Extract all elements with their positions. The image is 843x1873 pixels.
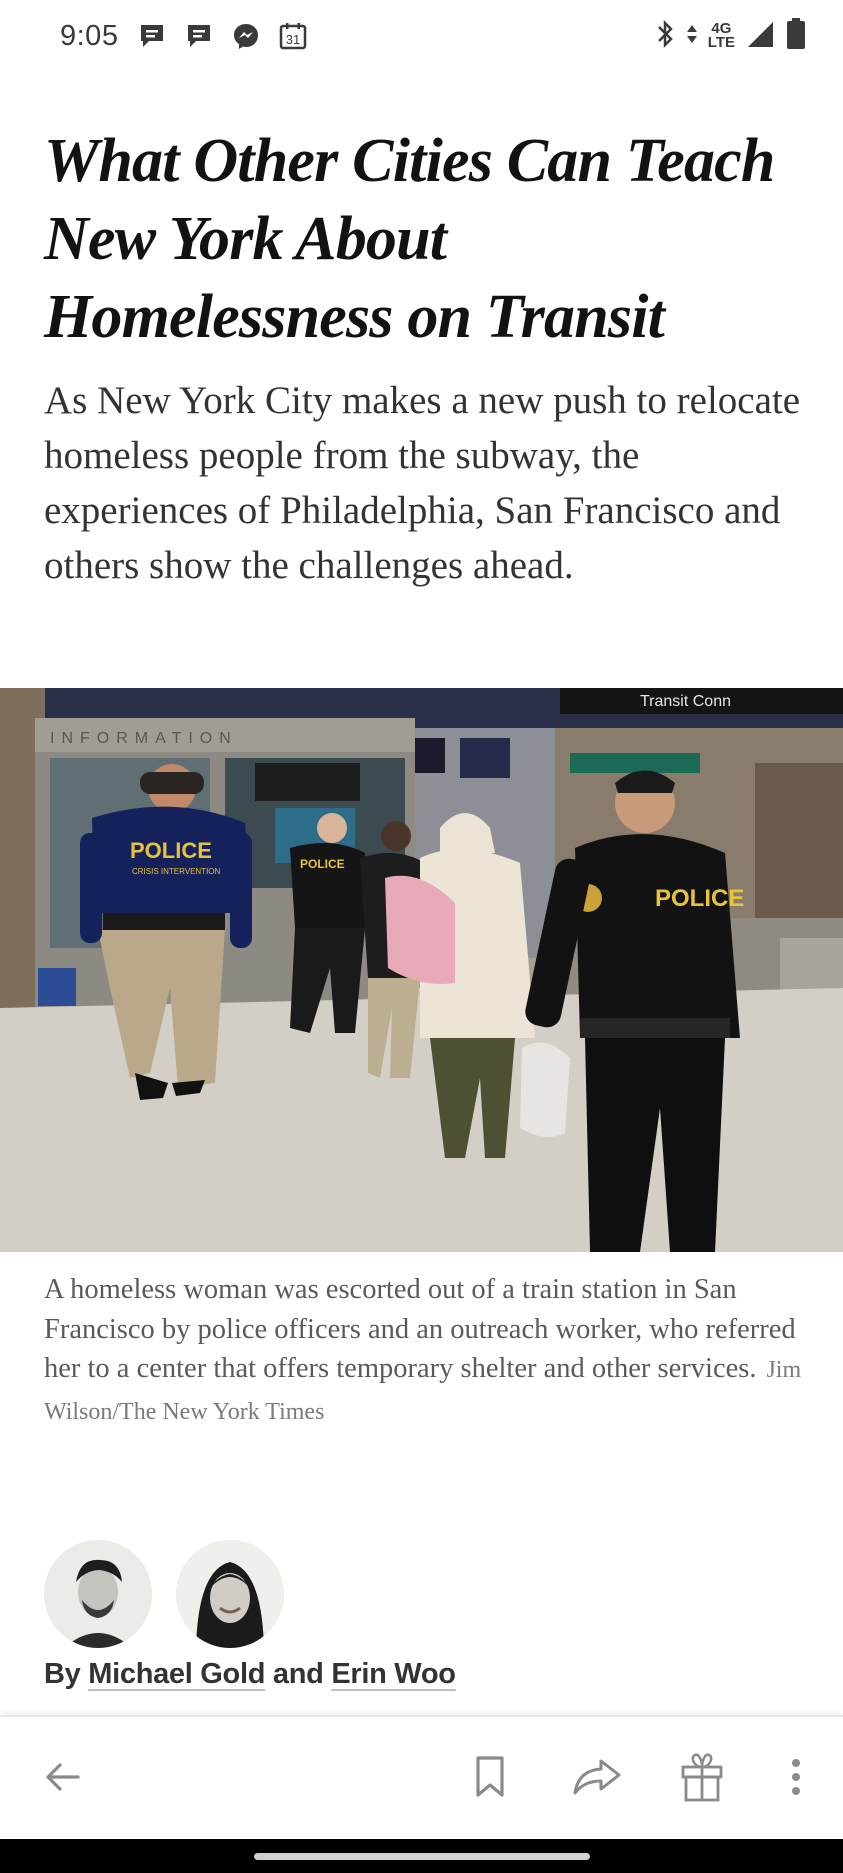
photo-police-patch-center: POLICE — [300, 857, 345, 871]
network-bottom: LTE — [707, 34, 735, 51]
author-link-michael-gold[interactable]: Michael Gold — [88, 1658, 265, 1690]
photo-police-patch-left: POLICE — [130, 838, 212, 863]
byline-prefix: By — [44, 1658, 81, 1690]
photo-caption: A homeless woman was escorted out of a t… — [44, 1270, 804, 1432]
message-icon — [183, 21, 214, 52]
author-avatar-michael-gold[interactable] — [44, 1540, 152, 1648]
caption-text: A homeless woman was escorted out of a t… — [44, 1274, 796, 1384]
bottom-toolbar — [0, 1715, 843, 1839]
bookmark-button[interactable] — [458, 1747, 522, 1811]
system-nav-bar — [0, 1839, 843, 1873]
article-summary: As New York City makes a new push to rel… — [44, 379, 801, 587]
share-button[interactable] — [565, 1747, 629, 1811]
status-bar: 9:05 31 4G LTE — [0, 0, 843, 72]
author-photos — [44, 1540, 284, 1648]
status-right-icons: 4G LTE — [654, 17, 807, 56]
photo-police-patch-left-sub: CRISIS INTERVENTION — [132, 867, 221, 876]
home-indicator[interactable] — [254, 1853, 590, 1860]
signal-icon — [745, 19, 775, 54]
more-vert-icon — [790, 1757, 802, 1802]
notification-icons: 31 — [136, 21, 308, 52]
bluetooth-icon — [654, 19, 676, 54]
back-arrow-icon — [42, 1757, 82, 1802]
article-photo[interactable]: Transit Conn INFORMATION POLICE CRISIS I… — [0, 688, 843, 1252]
gift-icon — [680, 1751, 724, 1808]
share-icon — [571, 1757, 623, 1802]
calendar-day: 31 — [286, 32, 300, 47]
battery-icon — [785, 17, 807, 56]
gift-article-button[interactable] — [670, 1747, 734, 1811]
byline: By Michael Gold and Erin Woo — [44, 1658, 456, 1691]
photo-police-patch-right: POLICE — [655, 885, 744, 912]
photo-sign-text: Transit Conn — [640, 693, 731, 710]
message-icon — [136, 21, 167, 52]
bookmark-icon — [473, 1755, 507, 1804]
network-type-label: 4G LTE — [707, 21, 735, 51]
more-options-button[interactable] — [764, 1747, 828, 1811]
author-link-erin-woo[interactable]: Erin Woo — [331, 1658, 456, 1690]
byline-conjunction: and — [272, 1658, 324, 1690]
back-button[interactable] — [30, 1747, 94, 1811]
status-time: 9:05 — [60, 19, 119, 52]
calendar-icon: 31 — [277, 21, 308, 52]
messenger-icon — [230, 21, 261, 52]
photo-info-booth-text: INFORMATION — [50, 730, 238, 747]
article-headline: What Other Cities Can Teach New York Abo… — [44, 127, 775, 351]
author-avatar-erin-woo[interactable] — [176, 1540, 284, 1648]
data-arrows-icon — [686, 21, 698, 52]
